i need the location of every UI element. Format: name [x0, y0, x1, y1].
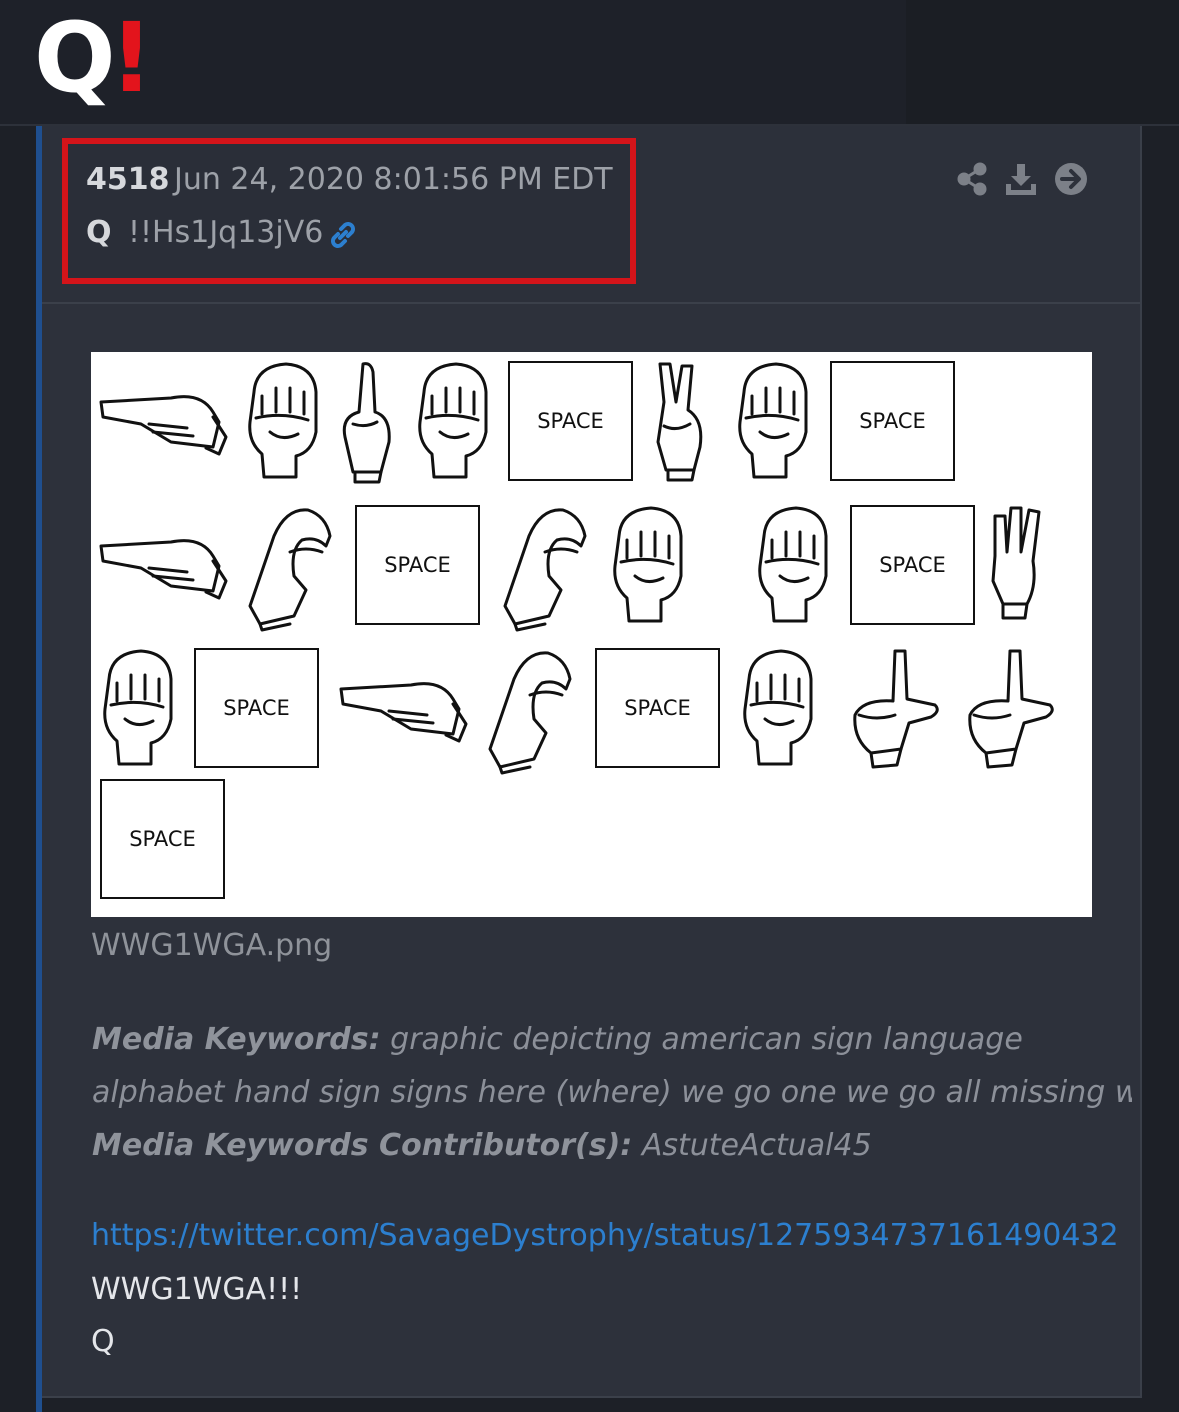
hand-sign-13: [103, 649, 173, 766]
download-icon[interactable]: [1004, 162, 1038, 196]
hand-sign-6: [738, 362, 808, 479]
post-tripcode: !!Hs1Jq13jV6: [128, 215, 324, 250]
post-header: 4518 Jun 24, 2020 8:01:56 PM EDT Q !!Hs1…: [42, 126, 1140, 304]
tweet-link[interactable]: https://twitter.com/SavageDystrophy/stat…: [91, 1218, 1119, 1253]
hand-sign-10: [613, 506, 683, 623]
post-image[interactable]: SPACE SPACE SPACE SPACE SPACE SPACE SPACE: [91, 352, 1092, 917]
hand-sign-11: [758, 506, 828, 623]
post-card: 4518 Jun 24, 2020 8:01:56 PM EDT Q !!Hs1…: [42, 126, 1142, 1398]
hand-sign-18: [968, 649, 1054, 769]
hand-sign-17: [853, 649, 939, 769]
space-label-5: SPACE: [223, 696, 290, 720]
post-text-line-2: Q: [91, 1324, 115, 1359]
media-keywords-text-2: alphabet hand sign signs here (where) we…: [92, 1075, 1132, 1110]
hand-sign-9: [503, 508, 587, 632]
contributor-name: AstuteActual45: [632, 1128, 872, 1163]
hand-sign-1: [99, 395, 228, 456]
hand-sign-7: [99, 539, 228, 600]
hand-sign-5: [656, 362, 703, 482]
hand-sign-16: [743, 649, 813, 766]
logo-letter: Q: [34, 2, 116, 114]
media-keywords-text-1: graphic depicting american sign language: [380, 1022, 1023, 1057]
media-keywords-contributor: Media Keywords Contributor(s): AstuteAct…: [92, 1128, 1132, 1163]
media-keywords-label: Media Keywords:: [92, 1022, 381, 1057]
hand-sign-4: [418, 362, 488, 479]
asl-sign-graphic: SPACE SPACE SPACE SPACE SPACE SPACE SPACE: [99, 361, 1054, 899]
media-keywords-line-2: alphabet hand sign signs here (where) we…: [92, 1075, 1132, 1110]
hand-sign-15: [488, 651, 572, 775]
top-bar-right-pane: [906, 0, 1179, 124]
post-date: Jun 24, 2020 8:01:56 PM EDT: [174, 162, 613, 197]
space-label-7: SPACE: [129, 827, 196, 851]
contributor-label: Media Keywords Contributor(s):: [92, 1128, 633, 1163]
hand-sign-12: [991, 506, 1041, 620]
space-label-3: SPACE: [384, 553, 451, 577]
logo-mark: !: [109, 2, 154, 114]
highlight-box: [62, 138, 636, 284]
link-icon[interactable]: [326, 218, 360, 252]
arrow-circle-right-icon[interactable]: [1054, 162, 1088, 196]
hand-sign-3: [342, 362, 391, 484]
space-label-2: SPACE: [859, 409, 926, 433]
hand-sign-8: [248, 508, 332, 632]
media-keywords-line-1: Media Keywords: graphic depicting americ…: [92, 1022, 1132, 1057]
share-icon[interactable]: [956, 162, 990, 196]
hand-sign-2: [248, 362, 318, 479]
media-filename[interactable]: WWG1WGA.png: [91, 928, 332, 963]
site-logo[interactable]: Q!: [34, 8, 153, 108]
space-label-1: SPACE: [537, 409, 604, 433]
space-label-4: SPACE: [879, 553, 946, 577]
post-author: Q: [86, 215, 112, 250]
post-number[interactable]: 4518: [86, 162, 170, 197]
top-bar: Q!: [0, 0, 1179, 126]
hand-sign-14: [339, 682, 468, 743]
space-label-6: SPACE: [624, 696, 691, 720]
post-text-line-1: WWG1WGA!!!: [91, 1272, 303, 1307]
